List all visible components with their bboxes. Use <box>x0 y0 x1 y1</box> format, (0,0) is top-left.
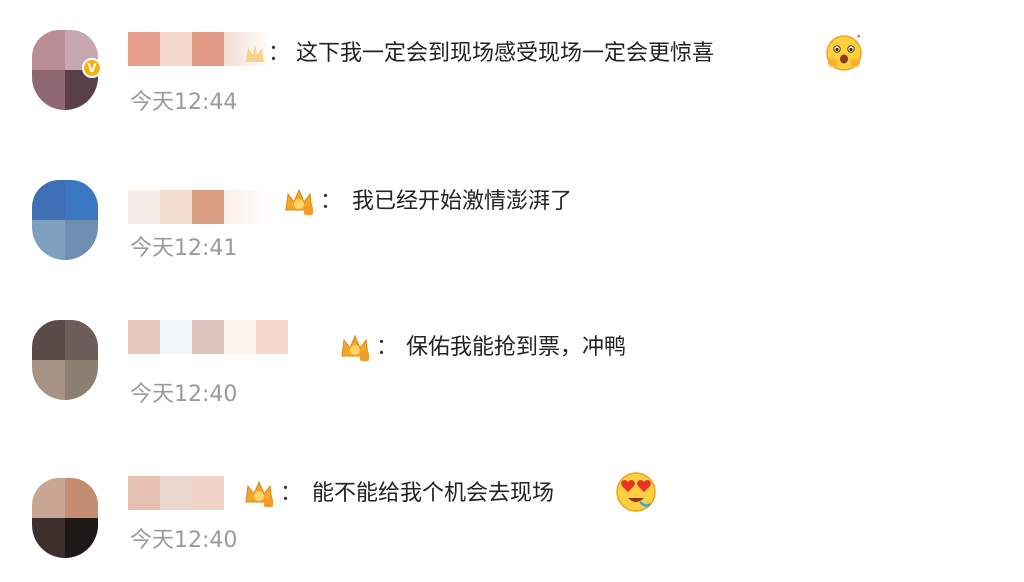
username-mosaic[interactable] <box>128 320 288 354</box>
colon: ： <box>280 481 303 506</box>
username-mosaic[interactable] <box>128 190 272 224</box>
comment-item: V ： 这下我一定会到现场感受现场一定会更惊喜 今天12:44 <box>0 0 1024 140</box>
comment-text: 保佑我能抢到票，冲鸭 <box>406 335 627 360</box>
crown-icon <box>285 188 313 215</box>
comment-text: 这下我一定会到现场感受现场一定会更惊喜 <box>296 41 715 66</box>
timestamp: 今天12:41 <box>130 236 238 261</box>
colon: ： <box>376 335 399 360</box>
verified-badge-icon: V <box>82 58 102 78</box>
crown-icon <box>246 45 264 62</box>
timestamp: 今天12:40 <box>130 528 238 553</box>
colon: ： <box>268 41 291 66</box>
comment-text: 能不能给我个机会去现场 <box>312 481 555 506</box>
timestamp: 今天12:44 <box>130 90 238 115</box>
crown-icon <box>245 480 273 507</box>
surprised-hands-emoji-icon <box>826 34 862 71</box>
avatar[interactable] <box>32 320 98 400</box>
username-mosaic[interactable] <box>128 476 224 510</box>
colon: ： <box>320 189 343 214</box>
avatar[interactable] <box>32 478 98 558</box>
heart-eyes-emoji-icon <box>616 472 656 512</box>
comment-item: ： 我已经开始激情澎湃了 今天12:41 <box>0 148 1024 288</box>
comment-text: 我已经开始激情澎湃了 <box>352 189 573 214</box>
comment-item: ： 能不能给我个机会去现场 今天12:40 <box>0 442 1024 582</box>
crown-icon <box>341 334 369 361</box>
timestamp: 今天12:40 <box>130 382 238 407</box>
avatar[interactable] <box>32 180 98 260</box>
comment-item: ： 保佑我能抢到票，冲鸭 今天12:40 <box>0 296 1024 436</box>
